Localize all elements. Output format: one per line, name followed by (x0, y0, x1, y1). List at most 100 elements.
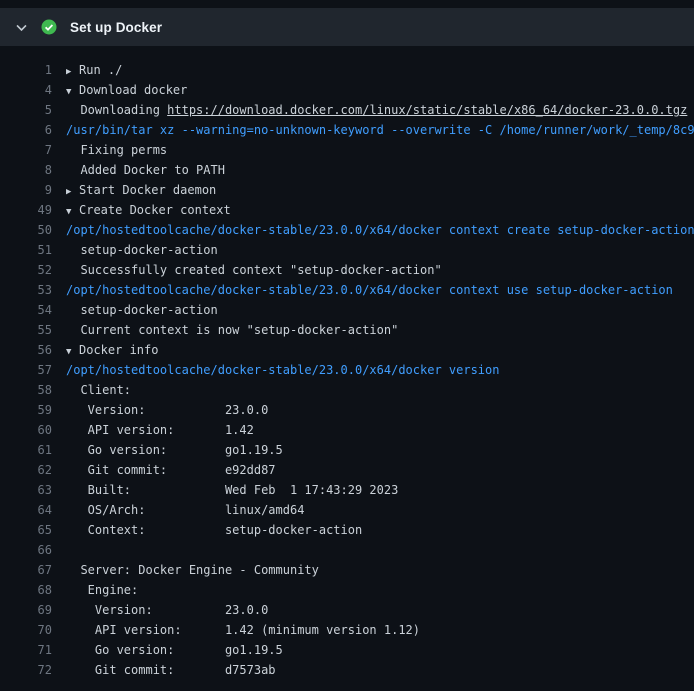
log-line: 69 Version: 23.0.0 (0, 600, 694, 620)
line-number[interactable]: 9 (0, 180, 52, 200)
line-number[interactable]: 65 (0, 520, 52, 540)
log-line: 5 Downloading https://download.docker.co… (0, 100, 694, 120)
group-title: Create Docker context (79, 203, 231, 217)
line-number[interactable]: 50 (0, 220, 52, 240)
step-title: Set up Docker (70, 20, 162, 35)
line-number[interactable]: 51 (0, 240, 52, 260)
line-number[interactable]: 56 (0, 340, 52, 360)
log-group-header[interactable]: 4▼Download docker (0, 80, 694, 100)
line-content: Go version: go1.19.5 (66, 440, 694, 460)
log-group-header[interactable]: 9 ▶Start Docker daemon (0, 180, 694, 200)
check-circle-icon (41, 19, 57, 35)
line-number[interactable]: 7 (0, 140, 52, 160)
triangle-right-icon[interactable]: ▶ (66, 182, 79, 200)
log-text: Current context is now "setup-docker-act… (66, 323, 398, 337)
log-line: 65 Context: setup-docker-action (0, 520, 694, 540)
log-text: Go version: go1.19.5 (66, 443, 283, 457)
line-content: setup-docker-action (66, 300, 694, 320)
line-number[interactable]: 57 (0, 360, 52, 380)
log-text: Git commit: e92dd87 (66, 463, 276, 477)
line-number[interactable]: 67 (0, 560, 52, 580)
line-number[interactable]: 54 (0, 300, 52, 320)
line-number[interactable]: 49 (0, 200, 52, 220)
log-text: Go version: go1.19.5 (66, 643, 283, 657)
log-text: Fixing perms (66, 143, 167, 157)
log-text: OS/Arch: linux/amd64 (66, 503, 304, 517)
line-number[interactable]: 70 (0, 620, 52, 640)
line-number[interactable]: 53 (0, 280, 52, 300)
log-line: 8 Added Docker to PATH (0, 160, 694, 180)
line-content: Current context is now "setup-docker-act… (66, 320, 694, 340)
line-number[interactable]: 63 (0, 480, 52, 500)
log-line: 57/opt/hostedtoolcache/docker-stable/23.… (0, 360, 694, 380)
line-content: API version: 1.42 (minimum version 1.12) (66, 620, 694, 640)
log-line: 60 API version: 1.42 (0, 420, 694, 440)
log-line: 6/usr/bin/tar xz --warning=no-unknown-ke… (0, 120, 694, 140)
line-content: ▶Start Docker daemon (66, 180, 694, 200)
line-number[interactable]: 64 (0, 500, 52, 520)
step-header[interactable]: Set up Docker (0, 8, 694, 46)
command-text: /opt/hostedtoolcache/docker-stable/23.0.… (66, 223, 694, 237)
line-number[interactable]: 59 (0, 400, 52, 420)
log-group-header[interactable]: 49 ▼Create Docker context (0, 200, 694, 220)
triangle-right-icon[interactable]: ▶ (66, 62, 79, 80)
actions-log-viewer: Set up Docker 1▶Run ./4▼Download docker5… (0, 8, 694, 680)
line-content: Version: 23.0.0 (66, 600, 694, 620)
log-line: 53/opt/hostedtoolcache/docker-stable/23.… (0, 280, 694, 300)
line-content (66, 540, 694, 560)
log-text: Built: Wed Feb 1 17:43:29 2023 (66, 483, 398, 497)
line-content: Built: Wed Feb 1 17:43:29 2023 (66, 480, 694, 500)
chevron-down-icon[interactable] (15, 21, 28, 34)
group-title: Run ./ (79, 63, 122, 77)
line-number[interactable]: 72 (0, 660, 52, 680)
line-number[interactable]: 62 (0, 460, 52, 480)
download-url-link[interactable]: https://download.docker.com/linux/static… (167, 103, 687, 117)
log-text: API version: 1.42 (66, 423, 254, 437)
log-group-header[interactable]: 1 ▶Run ./ (0, 60, 694, 80)
log-text: setup-docker-action (66, 303, 218, 317)
line-number[interactable]: 1 (0, 60, 52, 80)
line-number[interactable]: 4 (0, 80, 52, 100)
line-content: API version: 1.42 (66, 420, 694, 440)
line-content: Engine: (66, 580, 694, 600)
log-line: 68 Engine: (0, 580, 694, 600)
line-number[interactable]: 60 (0, 420, 52, 440)
line-content: Git commit: d7573ab (66, 660, 694, 680)
line-number[interactable]: 61 (0, 440, 52, 460)
line-number[interactable]: 71 (0, 640, 52, 660)
log-text: Client: (66, 383, 131, 397)
line-number[interactable]: 52 (0, 260, 52, 280)
line-number[interactable]: 66 (0, 540, 52, 560)
log-line: 63 Built: Wed Feb 1 17:43:29 2023 (0, 480, 694, 500)
log-line: 52 Successfully created context "setup-d… (0, 260, 694, 280)
triangle-down-icon[interactable]: ▼ (66, 82, 79, 100)
log-text: Context: setup-docker-action (66, 523, 362, 537)
log-line: 50/opt/hostedtoolcache/docker-stable/23.… (0, 220, 694, 240)
line-number[interactable]: 69 (0, 600, 52, 620)
line-content: ▶Run ./ (66, 60, 694, 80)
line-content: /opt/hostedtoolcache/docker-stable/23.0.… (66, 360, 694, 380)
triangle-down-icon[interactable]: ▼ (66, 342, 79, 360)
log-group-header[interactable]: 56 ▼Docker info (0, 340, 694, 360)
log-line: 54 setup-docker-action (0, 300, 694, 320)
group-title: Start Docker daemon (79, 183, 216, 197)
line-number[interactable]: 55 (0, 320, 52, 340)
line-content: /opt/hostedtoolcache/docker-stable/23.0.… (66, 220, 694, 240)
line-number[interactable]: 58 (0, 380, 52, 400)
line-content: /usr/bin/tar xz --warning=no-unknown-key… (66, 120, 694, 140)
line-number[interactable]: 5 (0, 100, 52, 120)
log-text: API version: 1.42 (minimum version 1.12) (66, 623, 420, 637)
log-line: 66 (0, 540, 694, 560)
line-content: /opt/hostedtoolcache/docker-stable/23.0.… (66, 280, 694, 300)
line-content: OS/Arch: linux/amd64 (66, 500, 694, 520)
line-content: Go version: go1.19.5 (66, 640, 694, 660)
log-text: Downloading (66, 103, 167, 117)
line-number[interactable]: 6 (0, 120, 52, 140)
line-number[interactable]: 8 (0, 160, 52, 180)
line-number[interactable]: 68 (0, 580, 52, 600)
log-line: 71 Go version: go1.19.5 (0, 640, 694, 660)
line-content: Successfully created context "setup-dock… (66, 260, 694, 280)
line-content: ▼Docker info (66, 340, 694, 360)
log-text: Server: Docker Engine - Community (66, 563, 319, 577)
triangle-down-icon[interactable]: ▼ (66, 202, 79, 220)
